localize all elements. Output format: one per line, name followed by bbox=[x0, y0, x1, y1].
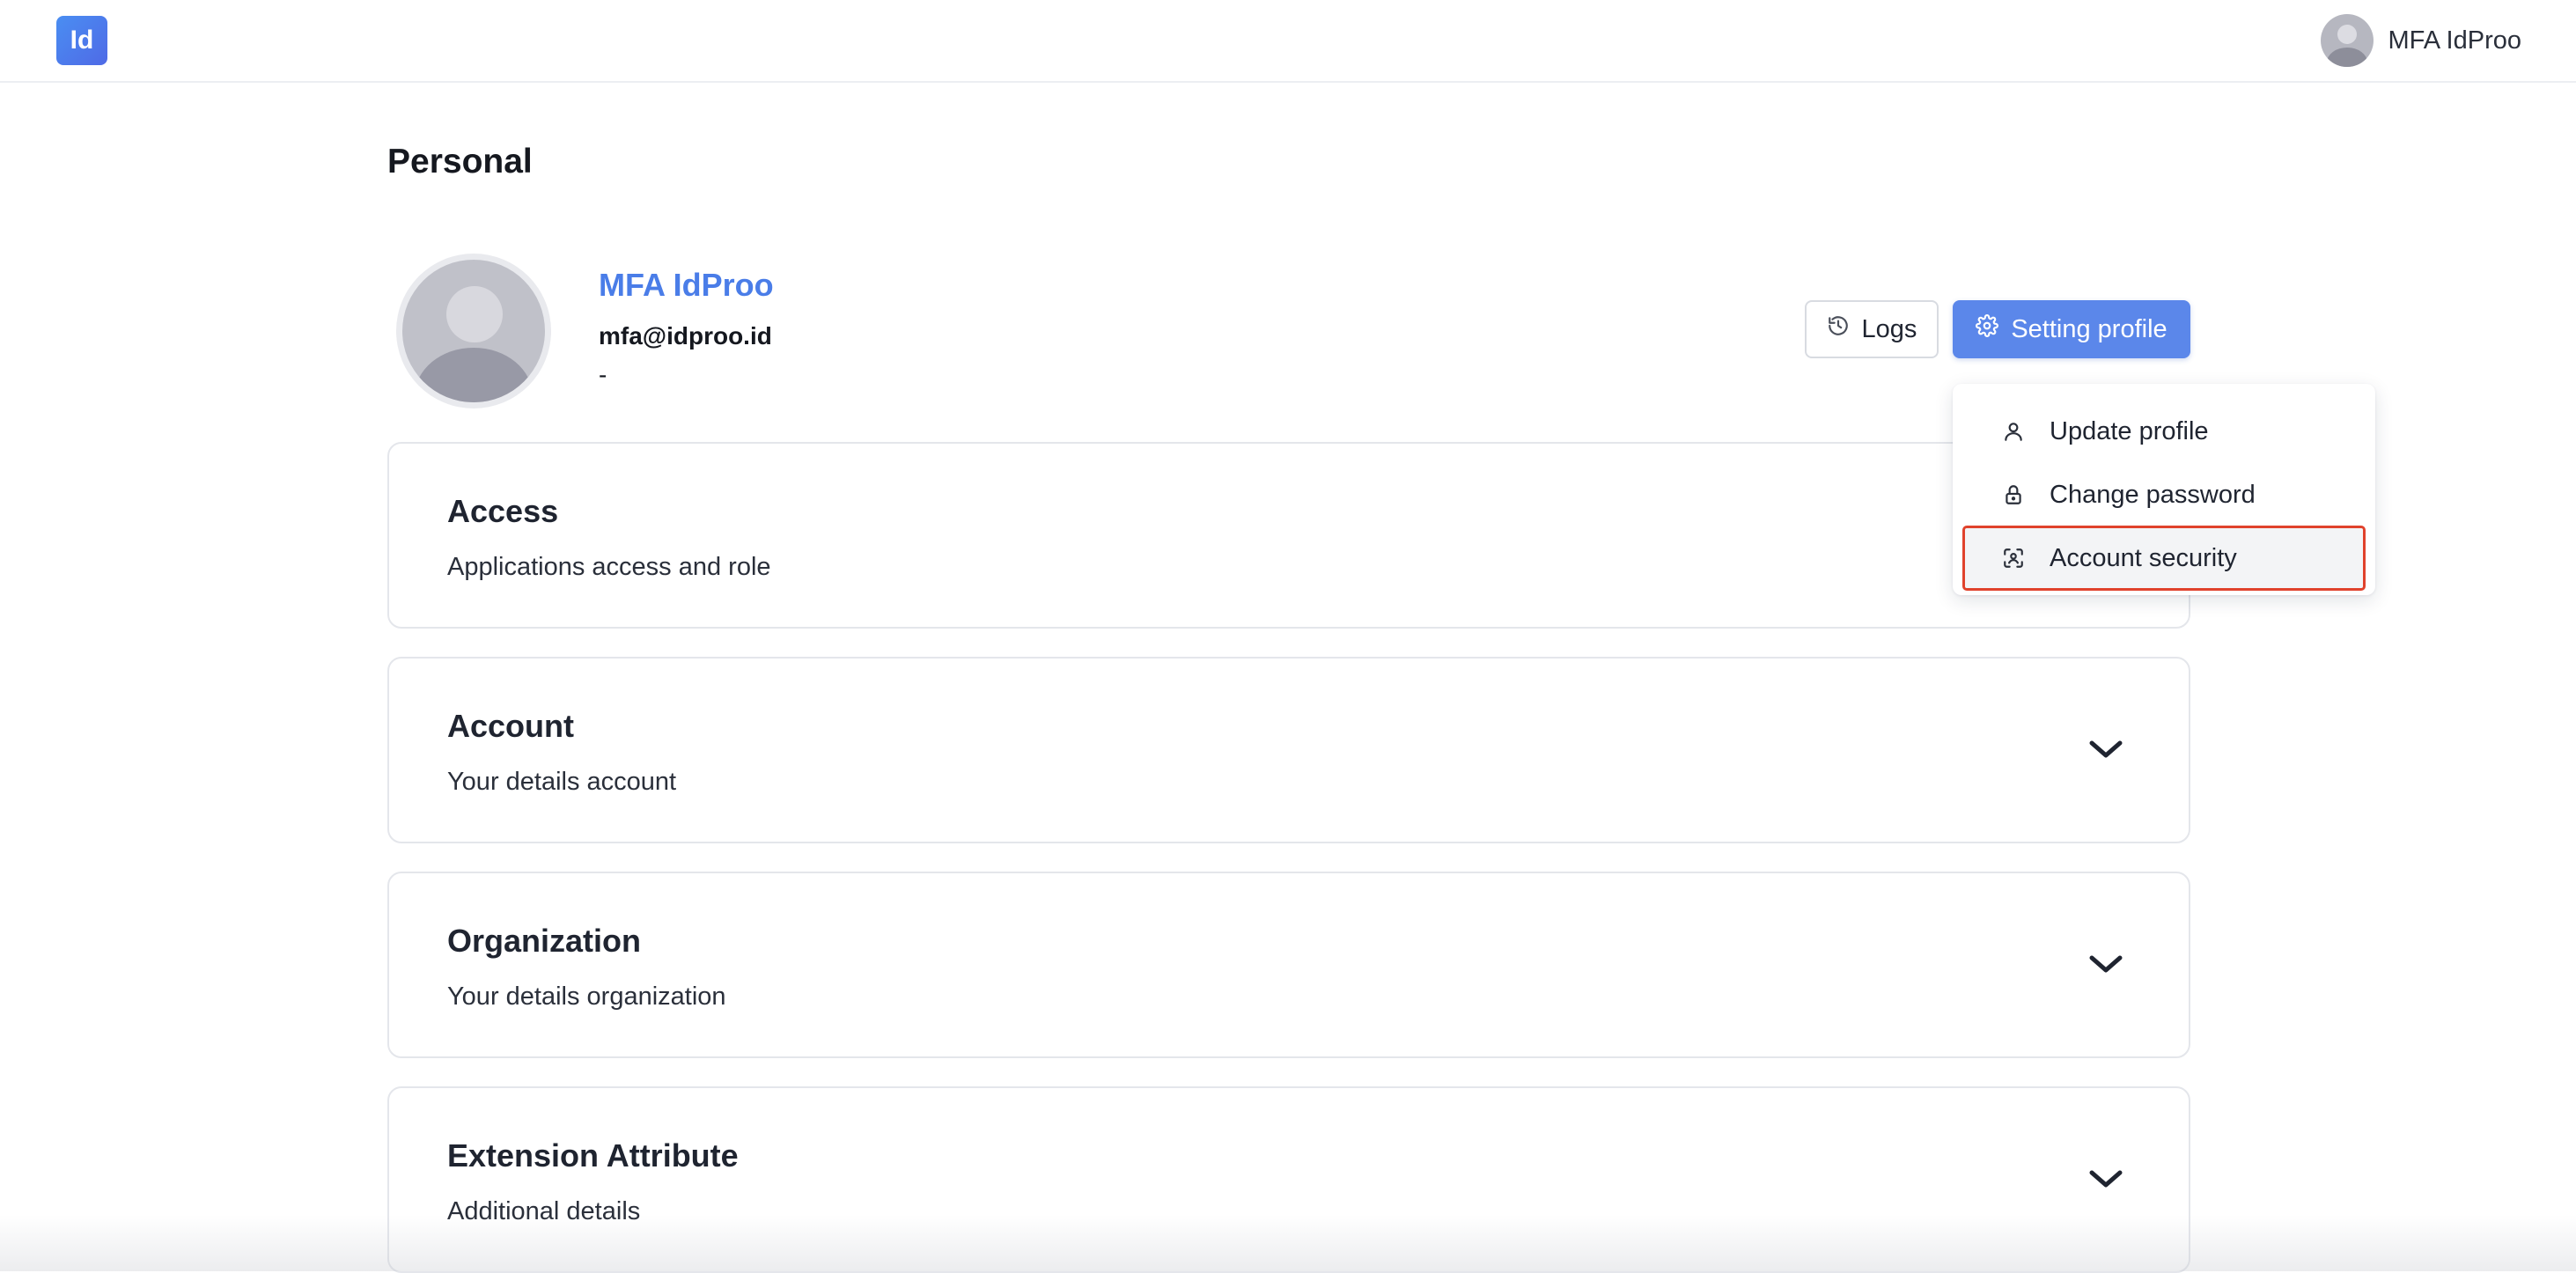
profile-extra: - bbox=[599, 361, 607, 388]
section-organization[interactable]: Organization Your details organization bbox=[387, 872, 2190, 1058]
logs-button-label: Logs bbox=[1861, 314, 1917, 343]
section-subtitle: Additional details bbox=[447, 1197, 641, 1225]
chevron-down-icon[interactable] bbox=[2087, 951, 2125, 977]
top-bar: Id MFA IdProo bbox=[0, 0, 2576, 83]
section-subtitle: Applications access and role bbox=[447, 553, 771, 581]
section-account[interactable]: Account Your details account bbox=[387, 657, 2190, 843]
section-extension-attribute[interactable]: Extension Attribute Additional details bbox=[387, 1086, 2190, 1273]
menu-item-label: Update profile bbox=[2050, 416, 2209, 445]
menu-item-update-profile[interactable]: Update profile bbox=[1963, 400, 2365, 463]
section-title: Access bbox=[447, 493, 559, 529]
profile-avatar bbox=[396, 254, 551, 408]
avatar[interactable] bbox=[2321, 14, 2374, 67]
logs-button[interactable]: Logs bbox=[1805, 300, 1939, 358]
chevron-down-icon[interactable] bbox=[2087, 1166, 2125, 1192]
setting-profile-dropdown: Update profile Change password Account s… bbox=[1953, 384, 2375, 595]
section-title: Account bbox=[447, 708, 574, 744]
user-menu[interactable]: MFA IdProo bbox=[2321, 13, 2521, 68]
user-name[interactable]: MFA IdProo bbox=[2388, 26, 2521, 55]
section-title: Extension Attribute bbox=[447, 1137, 739, 1174]
section-subtitle: Your details organization bbox=[447, 982, 726, 1011]
page-title: Personal bbox=[387, 143, 533, 180]
chevron-down-icon[interactable] bbox=[2087, 736, 2125, 762]
user-icon bbox=[2000, 420, 2027, 443]
setting-profile-label: Setting profile bbox=[2011, 314, 2168, 343]
gear-icon bbox=[1976, 314, 1999, 344]
setting-profile-button[interactable]: Setting profile bbox=[1953, 300, 2190, 358]
profile-name: MFA IdProo bbox=[599, 267, 774, 303]
history-icon bbox=[1827, 314, 1850, 344]
section-access[interactable]: Access Applications access and role bbox=[387, 442, 2190, 629]
scan-face-icon bbox=[2000, 547, 2027, 570]
section-title: Organization bbox=[447, 923, 642, 959]
section-subtitle: Your details account bbox=[447, 768, 677, 796]
menu-item-label: Change password bbox=[2050, 480, 2256, 509]
profile-email: mfa@idproo.id bbox=[599, 322, 772, 350]
menu-item-account-security[interactable]: Account security bbox=[1962, 526, 2366, 591]
menu-item-label: Account security bbox=[2050, 543, 2237, 572]
app-logo[interactable]: Id bbox=[56, 16, 107, 65]
menu-item-change-password[interactable]: Change password bbox=[1963, 463, 2365, 526]
lock-icon bbox=[2000, 483, 2027, 506]
